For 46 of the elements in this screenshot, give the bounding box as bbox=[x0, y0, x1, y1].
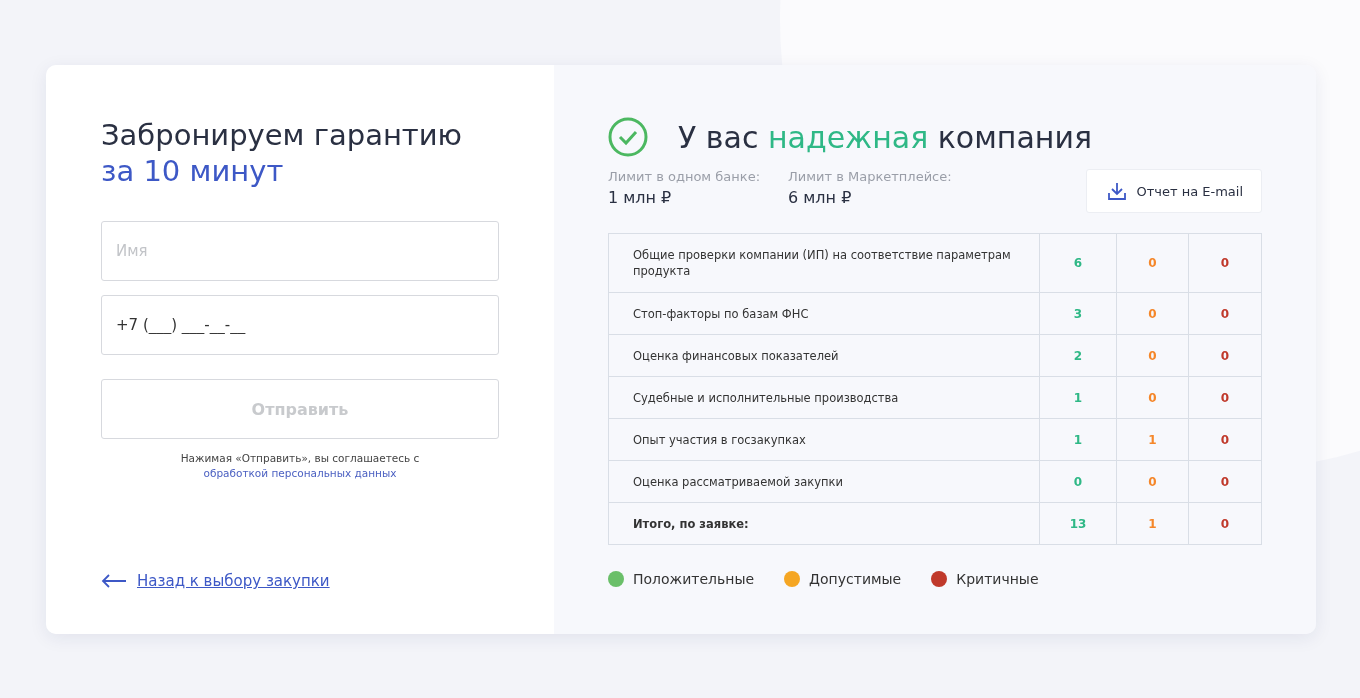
limit-label: Лимит в одном банке: bbox=[608, 169, 761, 184]
limit-label: Лимит в Маркетплейсе: bbox=[788, 169, 952, 184]
count-cell: 0 bbox=[1188, 502, 1262, 545]
phone-field[interactable]: +7 (___) ___-__-__ bbox=[101, 295, 499, 355]
back-link[interactable]: Назад к выбору закупки bbox=[101, 572, 330, 590]
count-cell: 1 bbox=[1039, 418, 1117, 461]
count-cell: 0 bbox=[1116, 292, 1189, 335]
name-field[interactable]: Имя bbox=[101, 221, 499, 281]
result-heading: У вас надежная компания bbox=[678, 119, 1092, 155]
count-cell: 0 bbox=[1188, 233, 1262, 293]
legend-label: Положительные bbox=[633, 571, 755, 587]
count-cell: 0 bbox=[1188, 292, 1262, 335]
count-cell: 0 bbox=[1188, 334, 1262, 377]
count-cell: 0 bbox=[1188, 376, 1262, 419]
check-circle-icon bbox=[608, 117, 648, 157]
limit-value: 6 млн ₽ bbox=[788, 188, 853, 207]
download-icon bbox=[1107, 181, 1128, 201]
legend-label: Допустимые bbox=[809, 571, 902, 587]
check-label-cell: Оценка рассматриваемой закупки bbox=[608, 460, 1040, 503]
form-heading: Забронируем гарантию за 10 минут bbox=[101, 117, 463, 189]
privacy-link[interactable]: обработкой персональных данных bbox=[203, 467, 397, 479]
arrow-left-icon bbox=[101, 574, 127, 588]
count-cell: 1 bbox=[1116, 502, 1189, 545]
consent-text: Нажимая «Отправить», вы соглашаетесь с bbox=[179, 451, 421, 466]
limit-value: 1 млн ₽ bbox=[608, 188, 673, 207]
count-cell: 0 bbox=[1039, 460, 1117, 503]
check-label-cell: Оценка финансовых показателей bbox=[608, 334, 1040, 377]
check-label-cell: Судебные и исполнительные производства bbox=[608, 376, 1040, 419]
check-label-cell: Стоп-факторы по базам ФНС bbox=[608, 292, 1040, 335]
count-cell: 0 bbox=[1188, 418, 1262, 461]
count-cell: 1 bbox=[1039, 376, 1117, 419]
count-cell: 0 bbox=[1116, 460, 1189, 503]
check-label-cell: Итого, по заявке: bbox=[608, 502, 1040, 545]
count-cell: 0 bbox=[1116, 376, 1189, 419]
report-email-button[interactable]: Отчет на E-mail bbox=[1086, 169, 1262, 213]
count-cell: 1 bbox=[1116, 418, 1189, 461]
legend-label: Критичные bbox=[956, 571, 1039, 587]
count-cell: 13 bbox=[1039, 502, 1117, 545]
check-label-cell: Опыт участия в госзакупках bbox=[608, 418, 1040, 461]
check-label-cell: Общие проверки компании (ИП) на соответствие параметрам продукта bbox=[608, 233, 1040, 293]
count-cell: 0 bbox=[1116, 233, 1189, 293]
count-cell: 2 bbox=[1039, 334, 1117, 377]
count-cell: 0 bbox=[1116, 334, 1189, 377]
count-cell: 3 bbox=[1039, 292, 1117, 335]
count-cell: 0 bbox=[1188, 460, 1262, 503]
count-cell: 6 bbox=[1039, 233, 1117, 293]
